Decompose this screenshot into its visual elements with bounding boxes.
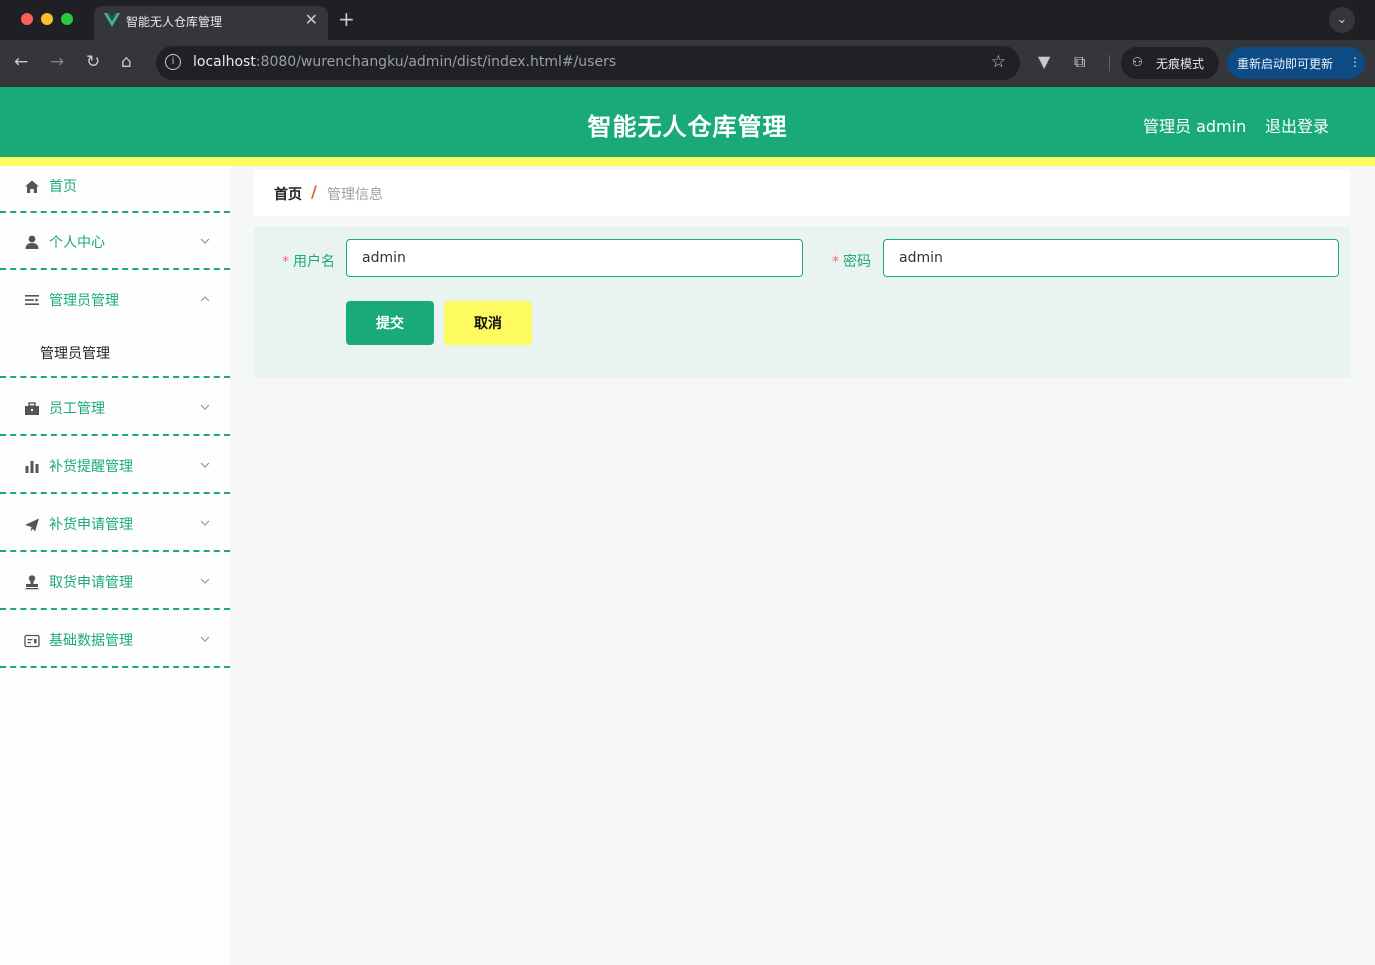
toolbar-divider: [1109, 55, 1110, 71]
sidebar: 首页 个人中心 管理员管理 管理员管理 员工管理 补货提醒管理 补货申请管理 取…: [0, 166, 230, 965]
menu-divider: [0, 550, 230, 552]
incognito-icon: ⚇: [1132, 55, 1143, 69]
sidebar-subitem-admin-management[interactable]: 管理员管理: [40, 343, 110, 363]
sidebar-item-restock-application[interactable]: 补货申请管理: [0, 514, 230, 536]
password-input[interactable]: [883, 239, 1339, 277]
sidebar-item-label: 基础数据管理: [49, 633, 133, 649]
url-text[interactable]: localhost:8080/wurenchangku/admin/dist/i…: [193, 54, 616, 70]
menu-divider: [0, 211, 230, 213]
site-info-icon[interactable]: i: [165, 54, 181, 70]
username-label: * 用户名: [282, 251, 335, 271]
breadcrumb: 首页 / 管理信息: [254, 169, 1350, 216]
back-icon[interactable]: ←: [14, 51, 28, 73]
vue-devtools-icon[interactable]: ▼: [1038, 52, 1050, 71]
home-icon: [25, 180, 39, 193]
kebab-menu-icon: ⋮: [1349, 55, 1361, 69]
stamp-icon: [25, 575, 39, 590]
browser-chrome: 智能无人仓库管理 ✕ + ⌄ ← → ↻ ⌂ i localhost:8080/…: [0, 0, 1375, 87]
incognito-badge[interactable]: ⚇ 无痕模式: [1121, 47, 1219, 79]
address-bar[interactable]: i localhost:8080/wurenchangku/admin/dist…: [156, 46, 1020, 80]
sidebar-item-restock-reminder[interactable]: 补货提醒管理: [0, 456, 230, 478]
sidebar-item-admin-management[interactable]: 管理员管理: [0, 290, 230, 312]
browser-toolbar: ← → ↻ ⌂ i localhost:8080/wurenchangku/ad…: [0, 40, 1375, 87]
chevron-down-icon: [200, 578, 210, 584]
admin-label: 管理员 admin: [1143, 117, 1247, 136]
password-label: * 密码: [832, 251, 871, 271]
username-label-text: 用户名: [293, 254, 335, 270]
vue-logo-icon: [104, 13, 120, 27]
menu-divider: [0, 666, 230, 668]
url-host: localhost: [193, 54, 256, 70]
sidebar-item-label: 首页: [49, 179, 77, 195]
chevron-down-icon: [200, 636, 210, 642]
card-icon: [24, 634, 40, 648]
menu-divider: [0, 268, 230, 270]
tab-bar: 智能无人仓库管理 ✕ + ⌄: [0, 0, 1375, 40]
menu-divider: [0, 608, 230, 610]
update-button[interactable]: 重新启动即可更新 ⋮: [1227, 47, 1365, 79]
sidebar-item-home[interactable]: 首页: [0, 176, 230, 198]
list-icon: [25, 295, 39, 305]
header-accent-strip: [0, 157, 1375, 166]
password-label-text: 密码: [843, 254, 871, 270]
menu-divider: [0, 376, 230, 378]
tab-title: 智能无人仓库管理: [126, 15, 223, 29]
briefcase-icon: [25, 402, 39, 415]
url-path: :8080/wurenchangku/admin/dist/index.html…: [255, 54, 617, 70]
tab-search-icon[interactable]: ⌄: [1329, 7, 1355, 33]
sidebar-item-basic-data[interactable]: 基础数据管理: [0, 630, 230, 652]
breadcrumb-home[interactable]: 首页: [274, 184, 302, 204]
sidebar-item-label: 取货申请管理: [49, 575, 133, 591]
bookmark-star-icon[interactable]: ☆: [991, 52, 1006, 72]
minimize-window-button[interactable]: [41, 13, 53, 25]
send-icon: [25, 518, 39, 532]
forward-icon[interactable]: →: [50, 51, 64, 73]
username-input[interactable]: [346, 239, 803, 277]
breadcrumb-separator: /: [311, 182, 317, 201]
close-window-button[interactable]: [21, 13, 33, 25]
home-browser-icon[interactable]: ⌂: [121, 51, 132, 73]
submit-button[interactable]: 提交: [346, 301, 434, 345]
logout-link[interactable]: 退出登录: [1265, 113, 1329, 137]
app-header: 智能无人仓库管理 管理员 admin 退出登录: [0, 87, 1375, 157]
user-icon: [25, 235, 39, 249]
browser-tab[interactable]: 智能无人仓库管理 ✕: [94, 6, 328, 40]
chevron-down-icon: [200, 462, 210, 468]
sidebar-item-label: 管理员管理: [49, 293, 119, 309]
admin-form: *用户名 *密码 提交 取消: [254, 227, 1350, 378]
sidebar-item-staff-management[interactable]: 员工管理: [0, 398, 230, 420]
new-tab-button[interactable]: +: [338, 8, 355, 30]
maximize-window-button[interactable]: [61, 13, 73, 25]
required-mark: *: [832, 254, 839, 270]
reload-icon[interactable]: ↻: [86, 51, 100, 73]
cancel-button[interactable]: 取消: [444, 301, 532, 345]
chevron-down-icon: [200, 238, 210, 244]
sidebar-item-profile[interactable]: 个人中心: [0, 232, 230, 254]
bar-chart-icon: [25, 461, 39, 473]
sidebar-item-pickup-application[interactable]: 取货申请管理: [0, 572, 230, 594]
chevron-down-icon: [200, 520, 210, 526]
tab-close-icon[interactable]: ✕: [305, 10, 318, 29]
sidebar-item-label: 个人中心: [49, 235, 105, 251]
chevron-down-icon: [200, 404, 210, 410]
update-label: 重新启动即可更新: [1237, 57, 1334, 71]
chevron-up-icon: [200, 296, 210, 302]
extensions-icon[interactable]: ⧉: [1074, 52, 1085, 72]
sidebar-item-label: 员工管理: [49, 401, 105, 417]
required-mark: *: [282, 254, 289, 270]
incognito-label: 无痕模式: [1156, 57, 1205, 71]
sidebar-item-label: 补货提醒管理: [49, 459, 133, 475]
sidebar-item-label: 补货申请管理: [49, 517, 133, 533]
breadcrumb-current: 管理信息: [327, 187, 383, 203]
menu-divider: [0, 434, 230, 436]
menu-divider: [0, 492, 230, 494]
